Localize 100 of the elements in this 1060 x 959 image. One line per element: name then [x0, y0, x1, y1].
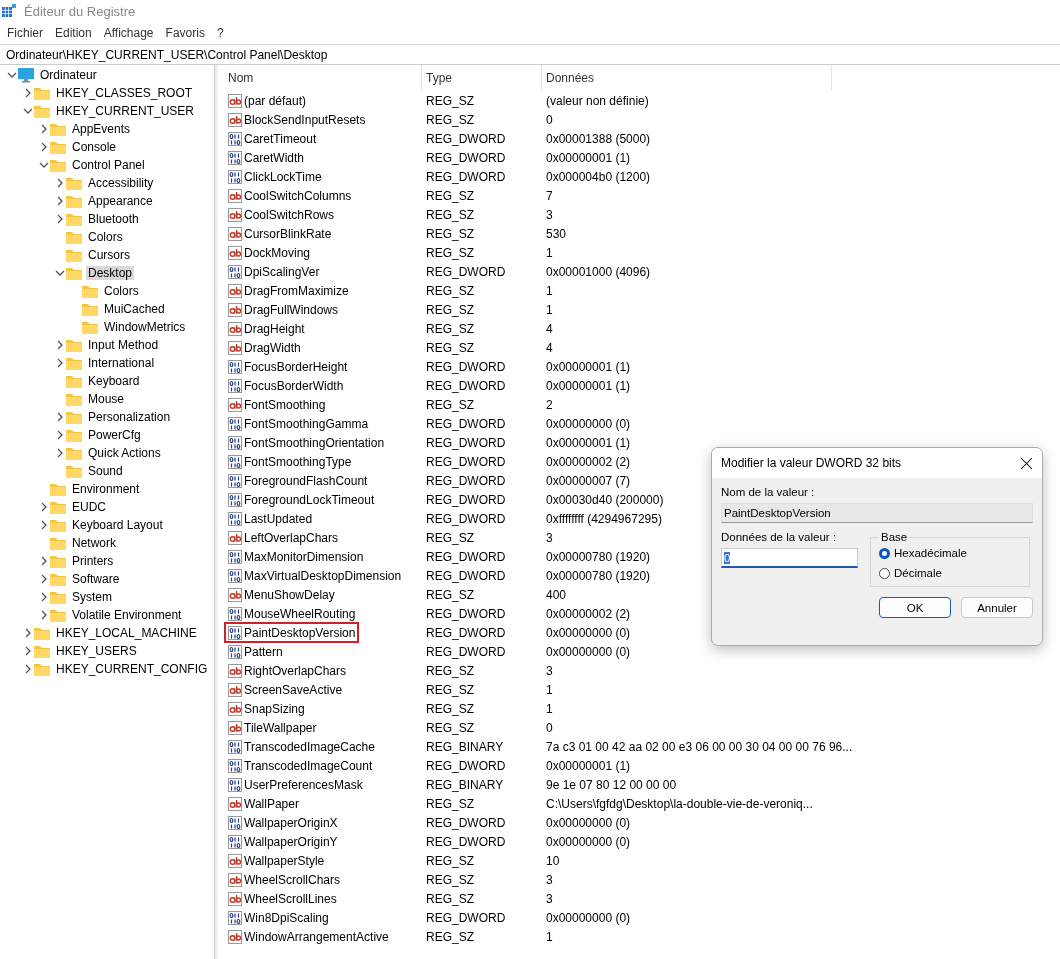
tree-item[interactable]: Volatile Environment: [70, 608, 184, 622]
value-name[interactable]: MaxVirtualDesktopDimension: [224, 565, 406, 586]
chevron-right-icon[interactable]: [39, 574, 49, 584]
tree-item[interactable]: WindowMetrics: [102, 320, 188, 334]
chevron-down-icon[interactable]: [7, 70, 17, 80]
value-data-field[interactable]: 0: [721, 548, 858, 568]
tree-item[interactable]: Printers: [70, 554, 116, 568]
value-name[interactable]: (par défaut): [224, 90, 311, 111]
value-name[interactable]: MenuShowDelay: [224, 584, 339, 605]
chevron-right-icon[interactable]: [23, 628, 33, 638]
tree-item[interactable]: HKEY_CURRENT_USER: [54, 104, 197, 118]
chevron-down-icon[interactable]: [23, 106, 33, 116]
menu-item[interactable]: ?: [211, 24, 229, 42]
tree-item[interactable]: Software: [70, 572, 122, 586]
chevron-right-icon[interactable]: [39, 610, 49, 620]
chevron-right-icon[interactable]: [39, 520, 49, 530]
radio-option[interactable]: Décimale: [879, 563, 1021, 583]
value-name[interactable]: CoolSwitchColumns: [224, 185, 356, 206]
tree-item[interactable]: Personalization: [86, 410, 173, 424]
chevron-right-icon[interactable]: [39, 556, 49, 566]
chevron-right-icon[interactable]: [39, 592, 49, 602]
column-header[interactable]: Type: [422, 65, 542, 91]
tree-item[interactable]: Desktop: [86, 266, 135, 280]
tree-item[interactable]: MuiCached: [102, 302, 167, 316]
value-name[interactable]: SnapSizing: [224, 698, 309, 719]
tree-item[interactable]: PowerCfg: [86, 428, 143, 442]
column-header[interactable]: Nom: [224, 65, 422, 91]
value-name[interactable]: ForegroundLockTimeout: [224, 489, 379, 510]
value-name[interactable]: ClickLockTime: [224, 166, 326, 187]
menu-item[interactable]: Favoris: [160, 24, 210, 42]
tree-item[interactable]: Bluetooth: [86, 212, 141, 226]
chevron-right-icon[interactable]: [55, 412, 65, 422]
value-name[interactable]: MouseWheelRouting: [224, 603, 360, 624]
tree-item[interactable]: International: [86, 356, 157, 370]
value-name[interactable]: FontSmoothing: [224, 394, 330, 415]
chevron-right-icon[interactable]: [55, 448, 65, 458]
value-name[interactable]: FocusBorderHeight: [224, 356, 352, 377]
tree-item[interactable]: HKEY_USERS: [54, 644, 139, 658]
value-name[interactable]: WallpaperOriginY: [224, 831, 342, 852]
tree-item[interactable]: Appearance: [86, 194, 155, 208]
value-name[interactable]: WindowArrangementActive: [224, 926, 393, 947]
menu-item[interactable]: Edition: [50, 24, 97, 42]
value-name[interactable]: DragFromMaximize: [224, 280, 353, 301]
column-header[interactable]: Données: [542, 65, 832, 91]
chevron-right-icon[interactable]: [55, 340, 65, 350]
value-name[interactable]: CaretTimeout: [224, 128, 321, 149]
chevron-right-icon[interactable]: [23, 646, 33, 656]
value-name[interactable]: Pattern: [224, 641, 287, 662]
value-name[interactable]: CoolSwitchRows: [224, 204, 339, 225]
tree-item[interactable]: Control Panel: [70, 158, 147, 172]
value-name[interactable]: LeftOverlapChars: [224, 527, 343, 548]
tree-item[interactable]: Quick Actions: [86, 446, 163, 460]
value-name[interactable]: LastUpdated: [224, 508, 317, 529]
value-name-field[interactable]: PaintDesktopVersion: [721, 503, 1033, 523]
chevron-down-icon[interactable]: [39, 160, 49, 170]
chevron-right-icon[interactable]: [39, 142, 49, 152]
value-name[interactable]: TileWallpaper: [224, 717, 321, 738]
tree-item[interactable]: Colors: [102, 284, 141, 298]
value-name[interactable]: DragFullWindows: [224, 299, 343, 320]
value-name[interactable]: FocusBorderWidth: [224, 375, 348, 396]
tree-item[interactable]: Console: [70, 140, 119, 154]
tree-item[interactable]: Network: [70, 536, 118, 550]
value-name[interactable]: TranscodedImageCache: [224, 736, 379, 757]
chevron-right-icon[interactable]: [23, 664, 33, 674]
chevron-right-icon[interactable]: [55, 358, 65, 368]
tree-item[interactable]: Keyboard Layout: [70, 518, 165, 532]
tree-item[interactable]: Sound: [86, 464, 125, 478]
tree-item[interactable]: Keyboard: [86, 374, 142, 388]
value-name[interactable]: WallpaperOriginX: [224, 812, 342, 833]
value-name[interactable]: RightOverlapChars: [224, 660, 351, 681]
value-name[interactable]: PaintDesktopVersion: [224, 622, 360, 643]
tree-item[interactable]: HKEY_CURRENT_CONFIG: [54, 662, 210, 676]
chevron-right-icon[interactable]: [55, 178, 65, 188]
dialog-button[interactable]: Annuler: [961, 597, 1033, 618]
value-name[interactable]: BlockSendInputResets: [224, 109, 370, 130]
value-name[interactable]: FontSmoothingOrientation: [224, 432, 389, 453]
value-name[interactable]: FontSmoothingGamma: [224, 413, 373, 434]
tree-item[interactable]: EUDC: [70, 500, 108, 514]
tree-item[interactable]: Input Method: [86, 338, 161, 352]
close-icon[interactable]: [1021, 457, 1032, 469]
chevron-right-icon[interactable]: [39, 124, 49, 134]
value-name[interactable]: DragHeight: [224, 318, 309, 339]
radio-option[interactable]: Hexadécimale: [879, 543, 1021, 563]
value-name[interactable]: WallPaper: [224, 793, 303, 814]
value-name[interactable]: MaxMonitorDimension: [224, 546, 368, 567]
tree-item[interactable]: Mouse: [86, 392, 127, 406]
value-name[interactable]: CaretWidth: [224, 147, 309, 168]
value-name[interactable]: UserPreferencesMask: [224, 774, 367, 795]
address-bar[interactable]: Ordinateur\HKEY_CURRENT_USER\Control Panel\Desktop: [0, 44, 1060, 65]
dialog-button[interactable]: OK: [879, 597, 951, 618]
value-name[interactable]: ForegroundFlashCount: [224, 470, 372, 491]
value-name[interactable]: CursorBlinkRate: [224, 223, 336, 244]
value-name[interactable]: WheelScrollLines: [224, 888, 341, 909]
menu-item[interactable]: Fichier: [2, 24, 48, 42]
value-name[interactable]: DragWidth: [224, 337, 305, 358]
tree-item[interactable]: Cursors: [86, 248, 132, 262]
chevron-right-icon[interactable]: [23, 88, 33, 98]
tree-item[interactable]: Environment: [70, 482, 142, 496]
chevron-right-icon[interactable]: [55, 196, 65, 206]
value-name[interactable]: WheelScrollChars: [224, 869, 345, 890]
